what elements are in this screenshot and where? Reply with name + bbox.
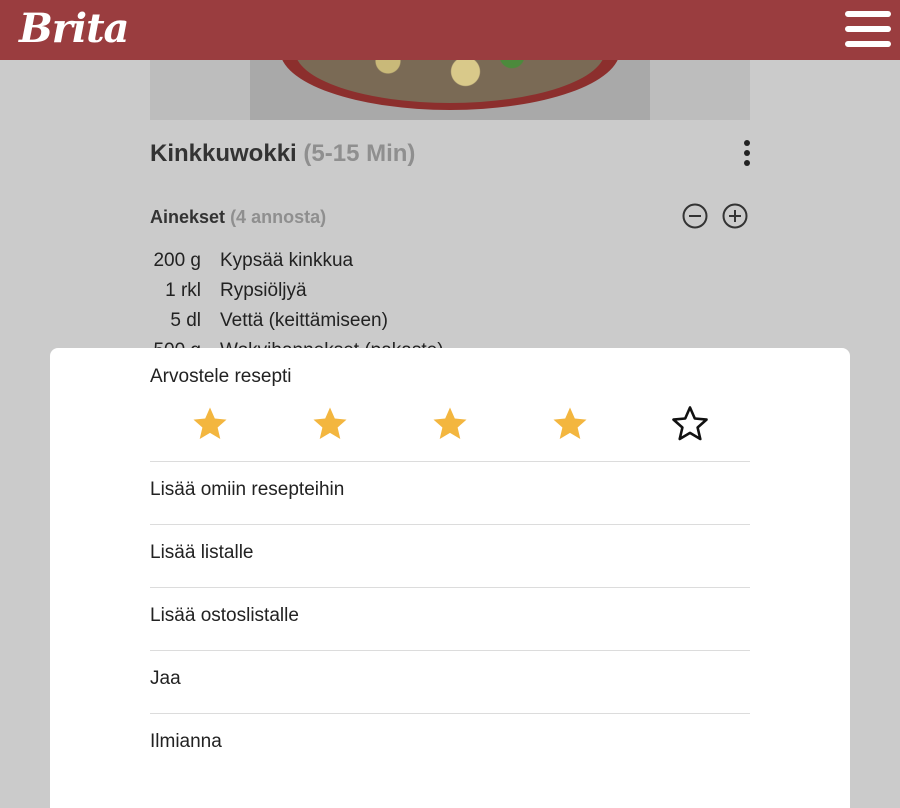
recipe-hero	[150, 60, 750, 120]
recipe-name: Kinkkuwokki	[150, 140, 297, 167]
add-to-list-button[interactable]: Lisää listalle	[150, 524, 750, 587]
brita-logo[interactable]: Brita	[19, 4, 129, 54]
rating-star-3-icon[interactable]	[430, 404, 470, 444]
menu-item-label: Lisää listalle	[150, 542, 254, 563]
ingredient-name: Kypsää kinkkua	[220, 250, 354, 271]
increase-servings-icon[interactable]	[722, 203, 748, 229]
menu-item-label: Lisää ostoslistalle	[150, 605, 299, 626]
rating-star-2-icon[interactable]	[310, 404, 350, 444]
add-to-my-recipes-button[interactable]: Lisää omiin resepteihin	[150, 461, 750, 524]
rating-star-4-icon[interactable]	[550, 404, 590, 444]
ingredient-row: 200 g Kypsää kinkkua	[150, 250, 750, 280]
menu-item-label: Ilmianna	[150, 731, 222, 752]
recipe-image	[250, 60, 650, 120]
report-button[interactable]: Ilmianna	[150, 713, 750, 776]
decrease-servings-icon[interactable]	[682, 203, 708, 229]
rating-star-1-icon[interactable]	[190, 404, 230, 444]
recipe-time: (5-15 Min)	[303, 140, 416, 167]
top-bar: Brita	[0, 0, 900, 60]
ingredient-row: 5 dl Vettä (keittämiseen)	[150, 310, 750, 340]
menu-item-label: Lisää omiin resepteihin	[150, 479, 345, 500]
ingredient-qty: 5 dl	[170, 310, 201, 331]
recipe-title: Kinkkuwokki (5-15 Min)	[150, 140, 415, 168]
rating-stars	[150, 404, 750, 444]
ingredients-label: Ainekset	[150, 207, 226, 227]
ingredient-qty: 200 g	[153, 250, 201, 271]
servings-count: (4 annosta)	[230, 207, 327, 227]
ingredient-qty: 1 rkl	[165, 280, 201, 301]
rate-recipe-label: Arvostele resepti	[150, 366, 292, 387]
more-options-icon[interactable]	[742, 140, 752, 166]
ingredients-heading: Ainekset (4 annosta)	[150, 207, 326, 228]
recipe-actions-sheet: Arvostele resepti Lisää omiin resepteihi…	[50, 348, 850, 808]
ingredient-row: 1 rkl Rypsiöljyä	[150, 280, 750, 310]
add-to-shopping-list-button[interactable]: Lisää ostoslistalle	[150, 587, 750, 650]
rating-star-5-icon[interactable]	[670, 404, 710, 444]
ingredient-name: Vettä (keittämiseen)	[220, 310, 388, 331]
hamburger-menu-icon[interactable]	[845, 11, 891, 47]
ingredient-name: Rypsiöljyä	[220, 280, 307, 301]
share-button[interactable]: Jaa	[150, 650, 750, 713]
menu-item-label: Jaa	[150, 668, 181, 689]
